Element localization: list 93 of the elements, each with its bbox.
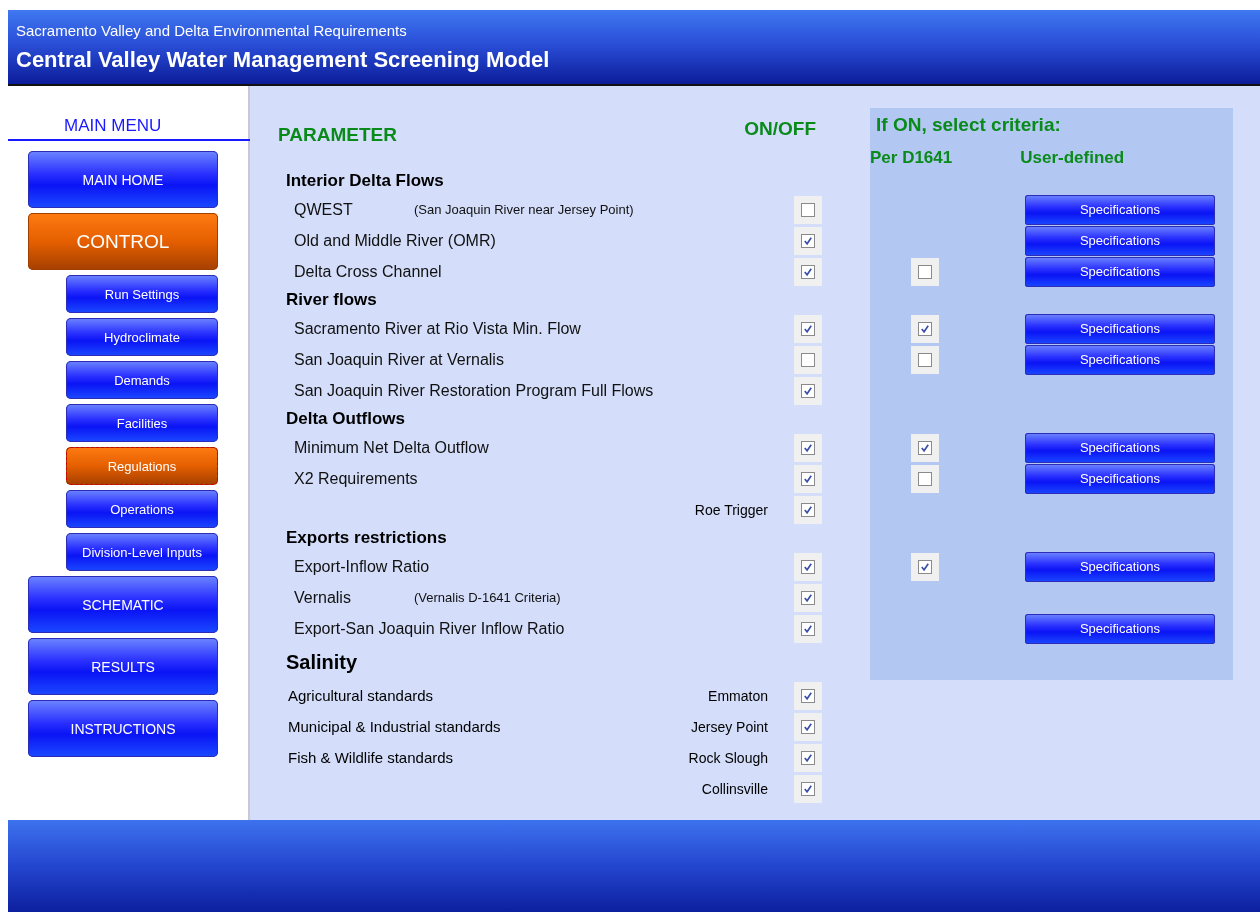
specifications-button[interactable]: Specifications	[1025, 432, 1215, 463]
parameter-label: Minimum Net Delta Outflow	[294, 438, 489, 457]
check-icon	[802, 622, 814, 635]
submenu-button[interactable]: Demands	[66, 361, 218, 399]
parameter-label: Sacramento River at Rio Vista Min. Flow	[294, 319, 581, 338]
check-icon	[802, 751, 814, 764]
submenu-button[interactable]: Regulations	[66, 447, 218, 485]
submenu-button[interactable]: Operations	[66, 490, 218, 528]
check-icon	[802, 322, 814, 335]
checkbox[interactable]	[801, 264, 815, 279]
parameter-note: (Vernalis D-1641 Criteria)	[414, 590, 561, 605]
station-label: Jersey Point	[690, 718, 768, 735]
specifications-button[interactable]: Specifications	[1025, 313, 1215, 344]
checkbox[interactable]	[918, 471, 932, 486]
column-heading: ON/OFF	[744, 117, 816, 141]
checkbox[interactable]	[801, 559, 815, 574]
checkbox[interactable]	[801, 440, 815, 455]
parameter-label: San Joaquin River Restoration Program Full Flows	[294, 381, 654, 400]
submenu-button[interactable]: Facilities	[66, 404, 218, 442]
panel-heading: If ON, select criteria:	[876, 114, 1062, 136]
parameter-note: (San Joaquin River near Jersey Point)	[414, 202, 634, 217]
menu-button[interactable]: SCHEMATIC	[28, 576, 218, 633]
parameter-label: Vernalis	[294, 588, 352, 607]
standard-label: Fish & Wildlife standards	[288, 749, 454, 766]
check-icon	[919, 322, 931, 335]
section-heading: Interior Delta Flows	[286, 171, 444, 191]
checkbox[interactable]	[918, 352, 932, 367]
option-label: Roe Trigger	[694, 501, 768, 518]
column-heading: PARAMETER	[278, 123, 398, 147]
checkbox[interactable]	[801, 750, 815, 765]
menu-button[interactable]: CONTROL	[28, 213, 218, 270]
checkbox[interactable]	[918, 321, 932, 336]
menu-button[interactable]: INSTRUCTIONS	[28, 700, 218, 757]
checkbox[interactable]	[801, 621, 815, 636]
parameter-label: Export-Inflow Ratio	[294, 557, 430, 576]
checkbox[interactable]	[801, 590, 815, 605]
checkbox[interactable]	[801, 233, 815, 248]
check-icon	[919, 560, 931, 573]
check-icon	[802, 472, 814, 485]
check-icon	[802, 689, 814, 702]
column-heading: User-defined	[1020, 148, 1125, 168]
checkbox[interactable]	[801, 502, 815, 517]
station-label: Collinsville	[701, 780, 768, 797]
submenu-button[interactable]: Run Settings	[66, 275, 218, 313]
section-heading: Exports restrictions	[286, 528, 447, 548]
submenu-button[interactable]: Hydroclimate	[66, 318, 218, 356]
check-icon	[802, 265, 814, 278]
check-icon	[802, 384, 814, 397]
checkbox[interactable]	[801, 202, 815, 217]
parameter-label: Old and Middle River (OMR)	[294, 231, 496, 250]
specifications-button[interactable]: Specifications	[1025, 256, 1215, 287]
station-label: Emmaton	[708, 687, 768, 704]
checkbox[interactable]	[918, 440, 932, 455]
specifications-button[interactable]: Specifications	[1025, 613, 1215, 644]
check-icon	[802, 782, 814, 795]
station-label: Rock Slough	[688, 749, 768, 766]
checkbox[interactable]	[801, 321, 815, 336]
specifications-button[interactable]: Specifications	[1025, 194, 1215, 225]
menu-button[interactable]: RESULTS	[28, 638, 218, 695]
checkbox[interactable]	[801, 688, 815, 703]
check-icon	[802, 441, 814, 454]
checkbox[interactable]	[801, 719, 815, 734]
section-heading: Delta Outflows	[286, 409, 405, 429]
standard-label: Agricultural standards	[288, 687, 434, 704]
submenu-button[interactable]: Division-Level Inputs	[66, 533, 218, 571]
specifications-button[interactable]: Specifications	[1025, 225, 1215, 256]
parameter-label: Delta Cross Channel	[294, 262, 442, 281]
parameter-label: San Joaquin River at Vernalis	[294, 350, 504, 369]
check-icon	[802, 720, 814, 733]
parameter-label: QWEST	[294, 200, 354, 219]
standard-label: Municipal & Industrial standards	[288, 718, 501, 735]
app-title: Central Valley Water Management Screening Model	[16, 47, 551, 73]
parameter-label: X2 Requirements	[294, 469, 418, 488]
check-icon	[802, 560, 814, 573]
column-heading: Per D1641	[870, 148, 953, 168]
checkbox[interactable]	[918, 264, 932, 279]
menu-button[interactable]: MAIN HOME	[28, 151, 218, 208]
specifications-button[interactable]: Specifications	[1025, 344, 1215, 375]
specifications-button[interactable]: Specifications	[1025, 551, 1215, 582]
specifications-button[interactable]: Specifications	[1025, 463, 1215, 494]
checkbox[interactable]	[918, 559, 932, 574]
check-icon	[802, 591, 814, 604]
section-heading: River flows	[286, 290, 377, 310]
check-icon	[802, 503, 814, 516]
checkbox[interactable]	[801, 352, 815, 367]
checkbox[interactable]	[801, 383, 815, 398]
check-icon	[919, 441, 931, 454]
check-icon	[802, 234, 814, 247]
section-heading: Salinity	[286, 650, 358, 674]
parameter-label: Export-San Joaquin River Inflow Ratio	[294, 619, 565, 638]
checkbox[interactable]	[801, 781, 815, 796]
app-subtitle: Sacramento Valley and Delta Environmental Requirements	[16, 22, 408, 39]
checkbox[interactable]	[801, 471, 815, 486]
